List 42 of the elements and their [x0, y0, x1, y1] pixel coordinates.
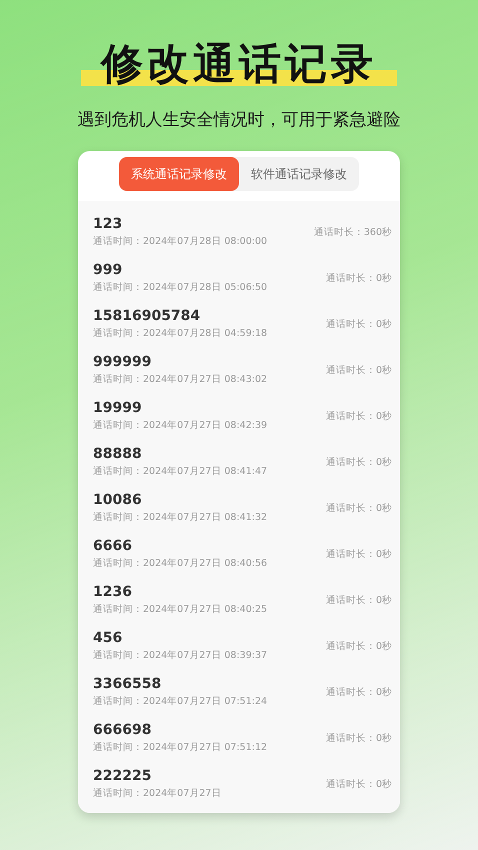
call-time: 通话时间：2024年07月28日 04:59:18 — [93, 327, 268, 341]
phone-number: 10086 — [93, 491, 143, 510]
call-time: 通话时间：2024年07月27日 08:41:32 — [93, 511, 268, 525]
call-duration: 通话时长：0秒 — [326, 778, 392, 790]
call-duration: 通话时长：0秒 — [326, 594, 392, 606]
phone-number: 456 — [93, 629, 124, 648]
phone-number: 123 — [93, 215, 124, 234]
phone-number: 999999 — [93, 353, 152, 372]
call-duration: 通话时长：0秒 — [326, 456, 392, 468]
call-duration: 通话时长：0秒 — [326, 318, 392, 330]
phone-number: 3366558 — [93, 675, 162, 694]
call-duration: 通话时长：360秒 — [314, 226, 392, 238]
phone-number: 88888 — [93, 445, 143, 464]
phone-number: 222225 — [93, 767, 152, 786]
call-duration: 通话时长：0秒 — [326, 640, 392, 652]
call-time: 通话时间：2024年07月27日 08:41:47 — [93, 465, 268, 479]
call-duration: 通话时长：0秒 — [326, 410, 392, 422]
call-time: 通话时间：2024年07月27日 07:51:12 — [93, 741, 268, 755]
phone-number: 6666 — [93, 537, 133, 556]
tab[interactable]: 软件通话记录修改 — [239, 157, 359, 191]
tab[interactable]: 系统通话记录修改 — [119, 157, 239, 191]
call-time: 通话时间：2024年07月27日 08:43:02 — [93, 373, 268, 387]
call-time: 通话时间：2024年07月27日 08:39:37 — [93, 649, 268, 663]
phone-number: 19999 — [93, 399, 143, 418]
call-duration: 通话时长：0秒 — [326, 732, 392, 744]
call-time: 通话时间：2024年07月27日 — [93, 787, 222, 801]
phone-number: 999 — [93, 261, 124, 280]
call-duration: 通话时长：0秒 — [326, 272, 392, 284]
call-duration: 通话时长：0秒 — [326, 502, 392, 514]
phone-number: 15816905784 — [93, 307, 202, 326]
call-time: 通话时间：2024年07月27日 08:40:25 — [93, 603, 268, 617]
call-time: 通话时间：2024年07月27日 08:42:39 — [93, 419, 268, 433]
call-duration: 通话时长：0秒 — [326, 548, 392, 560]
call-time: 通话时间：2024年07月28日 08:00:00 — [93, 235, 268, 249]
phone-number: 1236 — [93, 583, 133, 602]
call-duration: 通话时长：0秒 — [326, 686, 392, 698]
call-time: 通话时间：2024年07月27日 08:40:56 — [93, 557, 268, 571]
phone-number: 666698 — [93, 721, 152, 740]
call-time: 通话时间：2024年07月27日 07:51:24 — [93, 695, 268, 709]
subtitle: 遇到危机人生安全情况时，可用于紧急避险 — [78, 109, 400, 131]
call-time: 通话时间：2024年07月28日 05:06:50 — [93, 281, 268, 295]
call-duration: 通话时长：0秒 — [326, 364, 392, 376]
